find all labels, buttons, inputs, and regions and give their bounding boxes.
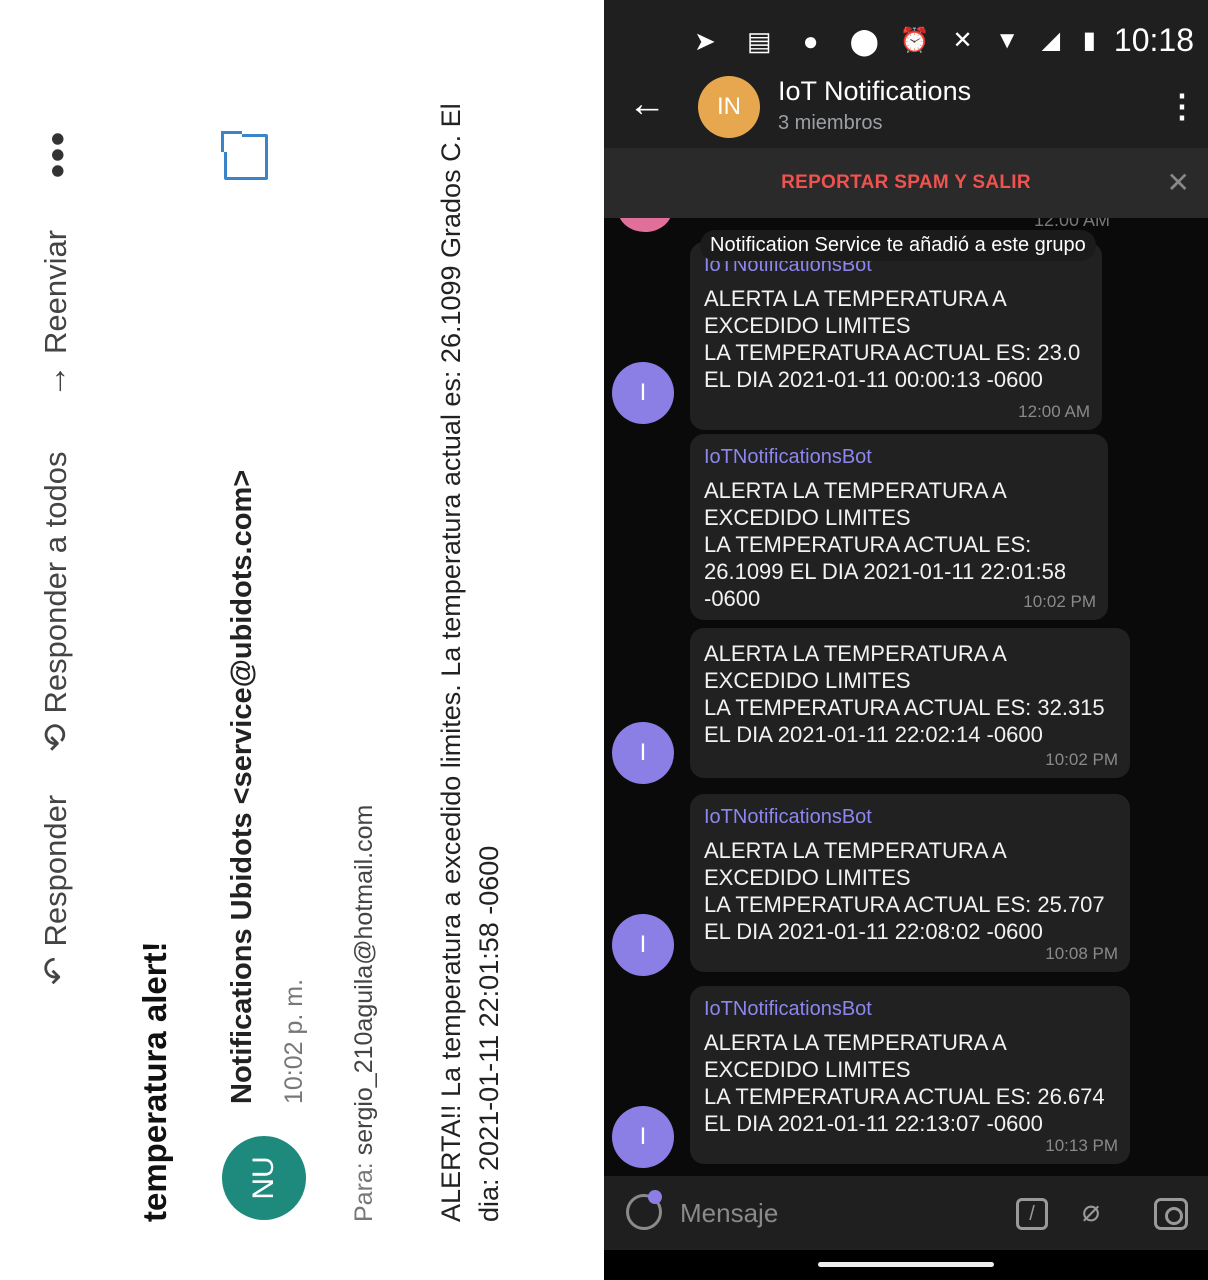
email-body-line-1: ALERTA!! La temperatura a excedido limit… (436, 103, 466, 1222)
email-time: 10:02 p. m. (280, 978, 308, 1104)
more-vertical-icon[interactable]: ⋮ (1166, 86, 1198, 126)
avatar[interactable]: I (612, 722, 674, 784)
popout-icon[interactable] (221, 131, 268, 180)
message-bubble[interactable]: IoTNotificationsBot ALERTA LA TEMPERATUR… (690, 986, 1130, 1164)
home-indicator[interactable] (818, 1262, 994, 1267)
email-panel: ••• → Reenviar ⟲ Responder a todos ↶ Res… (0, 0, 604, 1280)
message-bubble[interactable]: IoTNotificationsBot ALERTA LA TEMPERATUR… (690, 242, 1102, 430)
message-line: EXCEDIDO LIMITES (704, 1057, 911, 1082)
status-bar: ➤ ▤ ● ⬤ • ⏰ ✕ ▼ ◢ ▮ 10:18 (604, 0, 1208, 66)
message-line: EXCEDIDO LIMITES (704, 865, 911, 890)
message-line: EL DIA 2021-01-11 22:13:07 -0600 (704, 1111, 1043, 1136)
reply-all-button[interactable]: ⟲ Responder a todos (36, 452, 76, 752)
to-address: sergio_210aguila@hotmail.com (350, 804, 378, 1156)
message-bubble[interactable]: IoTNotificationsBot ALERTA LA TEMPERATUR… (690, 434, 1108, 620)
message-line: ALERTA LA TEMPERATURA A (704, 838, 1007, 863)
notification-icons: ➤ ▤ ● ⬤ • (694, 26, 932, 56)
reply-all-label: Responder a todos (38, 451, 73, 714)
close-icon[interactable]: ✕ (1167, 166, 1190, 199)
avatar[interactable]: I (612, 914, 674, 976)
system-status-icons: ⏰ ✕ ▼ ◢ ▮ (899, 27, 1104, 54)
spam-bar: REPORTAR SPAM Y SALIR ✕ (604, 148, 1208, 218)
message-line: ALERTA LA TEMPERATURA A (704, 641, 1007, 666)
report-spam-button[interactable]: REPORTAR SPAM Y SALIR (604, 172, 1208, 194)
message-line: LA TEMPERATURA ACTUAL ES: 32.315 (704, 695, 1105, 720)
message-time: 10:13 PM (1045, 1136, 1118, 1155)
forward-button[interactable]: → Reenviar (36, 230, 75, 398)
message-list[interactable]: 12:00 AM Notification Service te añadió … (604, 218, 1208, 1176)
message-line: EXCEDIDO LIMITES (704, 313, 911, 338)
message-line: EL DIA 2021-01-11 22:02:14 -0600 (704, 722, 1043, 747)
message-bubble[interactable]: ALERTA LA TEMPERATURA A EXCEDIDO LIMITES… (690, 628, 1130, 778)
reply-all-icon: ⟲ (37, 723, 75, 753)
gesture-nav-bar (604, 1250, 1208, 1280)
message-line: EL DIA 2021-01-11 22:08:02 -0600 (704, 919, 1043, 944)
more-options-icon[interactable]: ••• (36, 130, 81, 178)
message-sender[interactable]: IoTNotificationsBot (704, 446, 1094, 469)
message-time: 10:02 PM (1045, 750, 1118, 769)
message-sender[interactable]: IoTNotificationsBot (704, 998, 1116, 1021)
message-line: LA TEMPERATURA ACTUAL ES: 25.707 (704, 892, 1105, 917)
message-time: 10:02 PM (1023, 592, 1096, 611)
message-line: EXCEDIDO LIMITES (704, 668, 911, 693)
message-line: ALERTA LA TEMPERATURA A (704, 478, 1007, 503)
avatar[interactable]: I (612, 362, 674, 424)
telegram-screen: ➤ ▤ ● ⬤ • ⏰ ✕ ▼ ◢ ▮ 10:18 ← IN IoT Notif… (604, 0, 1208, 1280)
email-recipient: Para: sergio_210aguila@hotmail.com (350, 805, 379, 1222)
message-line: LA TEMPERATURA ACTUAL ES: 23.0 (704, 340, 1081, 365)
back-arrow-icon[interactable]: ← (628, 84, 668, 124)
clock: 10:18 (1113, 22, 1194, 58)
avatar (618, 218, 672, 232)
group-title[interactable]: IoT Notifications (778, 76, 971, 107)
reply-label: Responder (38, 794, 73, 947)
reply-button[interactable]: ↶ Responder (36, 795, 76, 985)
message-composer: / ⌀ (604, 1176, 1208, 1250)
paperclip-icon[interactable]: ⌀ (1082, 1194, 1100, 1229)
notification-dot (648, 1190, 662, 1204)
message-time: 12:00 AM (1018, 402, 1090, 421)
system-message: Notification Service te añadió a este gr… (700, 230, 1096, 261)
message-line: ALERTA LA TEMPERATURA A (704, 286, 1007, 311)
sender-avatar-initials: NU (247, 1156, 280, 1200)
email-subject: temperatura alert! (136, 941, 173, 1222)
forward-arrow-icon: → (36, 364, 74, 398)
message-line: LA TEMPERATURA ACTUAL ES: (704, 532, 1032, 557)
forward-label: Reenviar (37, 229, 73, 354)
email-sender[interactable]: Notifications Ubidots <service@ubidots.c… (226, 470, 259, 1104)
message-line: EL DIA 2021-01-11 00:00:13 -0600 (704, 367, 1043, 392)
message-bubble[interactable]: IoTNotificationsBot ALERTA LA TEMPERATUR… (690, 794, 1130, 972)
to-label: Para: (350, 1162, 378, 1222)
message-line: LA TEMPERATURA ACTUAL ES: 26.674 (704, 1084, 1105, 1109)
group-avatar[interactable]: IN (698, 76, 760, 138)
message-sender[interactable]: IoTNotificationsBot (704, 806, 1116, 829)
message-line: EXCEDIDO LIMITES (704, 505, 911, 530)
avatar[interactable]: I (612, 1106, 674, 1168)
sender-avatar: NU (222, 1136, 306, 1220)
bot-command-icon[interactable]: / (1016, 1198, 1048, 1230)
camera-icon[interactable] (1154, 1198, 1188, 1230)
message-input[interactable] (680, 1196, 980, 1230)
message-line: ALERTA LA TEMPERATURA A (704, 1030, 1007, 1055)
email-body-line-2: dia: 2021-01-11 22:01:58 -0600 (474, 845, 504, 1222)
chat-header: ← IN IoT Notifications 3 miembros ⋮ (604, 66, 1208, 148)
reply-icon: ↶ (37, 956, 75, 986)
group-member-count: 3 miembros (778, 112, 883, 134)
message-line: 26.1099 EL DIA 2021-01-11 22:01:58 (704, 559, 1067, 584)
message-time: 10:08 PM (1045, 944, 1118, 963)
